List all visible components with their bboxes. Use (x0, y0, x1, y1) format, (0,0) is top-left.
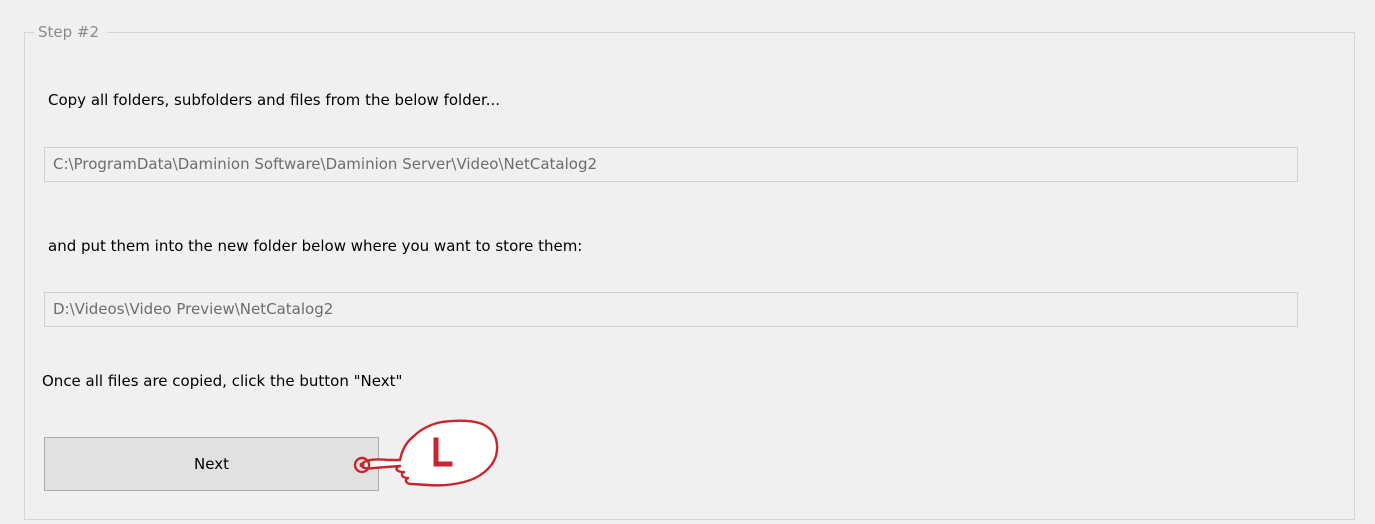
next-button[interactable]: Next (44, 437, 379, 491)
destination-instruction-label: and put them into the new folder below w… (48, 237, 583, 255)
copy-instruction-label: Copy all folders, subfolders and files f… (48, 91, 501, 109)
source-folder-field[interactable]: C:\ProgramData\Daminion Software\Daminio… (44, 147, 1298, 182)
group-title: Step #2 (34, 22, 108, 42)
step-2-panel: Step #2 Copy all folders, subfolders and… (0, 0, 1375, 524)
destination-folder-field[interactable]: D:\Videos\Video Preview\NetCatalog2 (44, 292, 1298, 327)
left-click-hand-icon (353, 419, 499, 487)
next-instruction-label: Once all files are copied, click the but… (42, 372, 403, 390)
